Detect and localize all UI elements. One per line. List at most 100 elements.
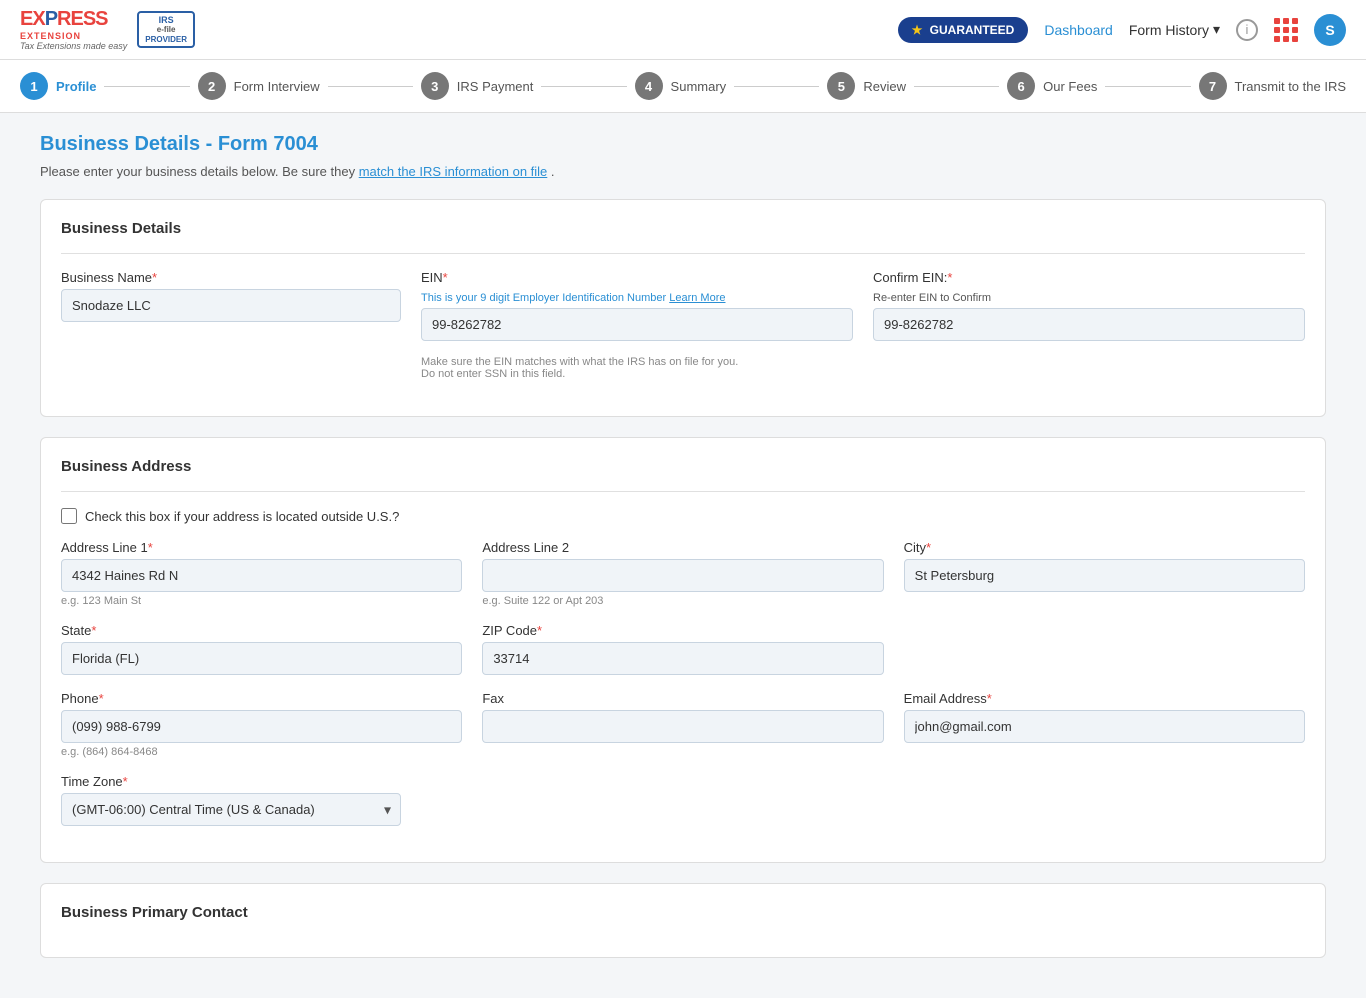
step-line-3 <box>541 86 626 87</box>
header-right: GUARANTEED Dashboard Form History ▾ i S <box>898 14 1346 46</box>
confirm-ein-label: Confirm EIN:* <box>873 270 1305 285</box>
step-3-label: IRS Payment <box>457 79 534 94</box>
address-row-2: State* ZIP Code* <box>61 623 1305 675</box>
phone-group: Phone* e.g. (864) 864-8468 <box>61 691 462 758</box>
logo-extension: EXTENSION <box>20 31 127 41</box>
email-group: Email Address* <box>904 691 1305 758</box>
step-6-label: Our Fees <box>1043 79 1097 94</box>
business-name-label: Business Name* <box>61 270 401 285</box>
zip-group: ZIP Code* <box>482 623 883 675</box>
timezone-label: Time Zone* <box>61 774 401 789</box>
step-7-label: Transmit to the IRS <box>1235 79 1347 94</box>
step-2-circle: 2 <box>198 72 226 100</box>
address1-group: Address Line 1* e.g. 123 Main St <box>61 540 462 607</box>
step-3[interactable]: 3 IRS Payment <box>421 72 534 100</box>
phone-input[interactable] <box>61 710 462 743</box>
business-address-card: Business Address Check this box if your … <box>40 437 1326 863</box>
apps-icon[interactable] <box>1274 18 1298 42</box>
city-group: City* <box>904 540 1305 607</box>
business-name-group: Business Name* <box>61 270 401 380</box>
step-line-1 <box>104 86 189 87</box>
chevron-down-icon: ▾ <box>1213 21 1220 38</box>
address2-group: Address Line 2 e.g. Suite 122 or Apt 203 <box>482 540 883 607</box>
main-content: Business Details - Form 7004 Please ente… <box>0 113 1366 998</box>
timezone-row: Time Zone* (GMT-06:00) Central Time (US … <box>61 774 1305 826</box>
timezone-group: Time Zone* (GMT-06:00) Central Time (US … <box>61 774 401 826</box>
logo: EXPRESS EXTENSION Tax Extensions made ea… <box>20 8 127 51</box>
zip-input[interactable] <box>482 642 883 675</box>
confirm-ein-input[interactable] <box>873 308 1305 341</box>
city-input[interactable] <box>904 559 1305 592</box>
address2-label: Address Line 2 <box>482 540 883 555</box>
fax-group: Fax <box>482 691 883 758</box>
address1-hint: e.g. 123 Main St <box>61 595 462 607</box>
step-line-2 <box>328 86 413 87</box>
email-label: Email Address* <box>904 691 1305 706</box>
fax-input[interactable] <box>482 710 883 743</box>
step-5[interactable]: 5 Review <box>827 72 906 100</box>
irs-badge: IRS e-file PROVIDER <box>137 11 195 49</box>
step-4-label: Summary <box>671 79 727 94</box>
phone-label: Phone* <box>61 691 462 706</box>
business-name-input[interactable] <box>61 289 401 322</box>
ein-learn-more-link[interactable]: Learn More <box>669 292 725 304</box>
step-1-circle: 1 <box>20 72 48 100</box>
city-label: City* <box>904 540 1305 555</box>
step-1[interactable]: 1 Profile <box>20 72 96 100</box>
step-7-circle: 7 <box>1199 72 1227 100</box>
guaranteed-badge: GUARANTEED <box>898 17 1029 43</box>
step-line-4 <box>734 86 819 87</box>
ein-group: EIN* This is your 9 digit Employer Ident… <box>421 270 853 380</box>
step-1-label: Profile <box>56 79 96 94</box>
address1-input[interactable] <box>61 559 462 592</box>
info-icon[interactable]: i <box>1236 19 1258 41</box>
page-title: Business Details - Form 7004 <box>40 133 1326 156</box>
step-3-circle: 3 <box>421 72 449 100</box>
contact-row: Phone* e.g. (864) 864-8468 Fax Email Add… <box>61 691 1305 758</box>
confirm-ein-sub: Re-enter EIN to Confirm <box>873 292 1305 304</box>
step-2-label: Form Interview <box>234 79 320 94</box>
step-6[interactable]: 6 Our Fees <box>1007 72 1097 100</box>
state-group: State* <box>61 623 462 675</box>
address2-hint: e.g. Suite 122 or Apt 203 <box>482 595 883 607</box>
address-row-1: Address Line 1* e.g. 123 Main St Address… <box>61 540 1305 607</box>
fax-label: Fax <box>482 691 883 706</box>
state-label: State* <box>61 623 462 638</box>
step-5-label: Review <box>863 79 906 94</box>
ein-label: EIN* <box>421 270 853 285</box>
address1-label: Address Line 1* <box>61 540 462 555</box>
step-4-circle: 4 <box>635 72 663 100</box>
outside-us-checkbox[interactable] <box>61 508 77 524</box>
email-input[interactable] <box>904 710 1305 743</box>
step-6-circle: 6 <box>1007 72 1035 100</box>
logo-area: EXPRESS EXTENSION Tax Extensions made ea… <box>20 8 195 51</box>
step-line-6 <box>1105 86 1190 87</box>
header: EXPRESS EXTENSION Tax Extensions made ea… <box>0 0 1366 60</box>
business-primary-contact-card: Business Primary Contact <box>40 883 1326 958</box>
dashboard-link[interactable]: Dashboard <box>1044 22 1113 38</box>
form-history-button[interactable]: Form History ▾ <box>1129 21 1220 38</box>
business-primary-contact-title: Business Primary Contact <box>61 904 1305 921</box>
logo-express: EXPRESS <box>20 8 108 31</box>
state-input[interactable] <box>61 642 462 675</box>
step-4[interactable]: 4 Summary <box>635 72 727 100</box>
logo-tagline: Tax Extensions made easy <box>20 41 127 51</box>
business-details-title: Business Details <box>61 220 1305 237</box>
step-2[interactable]: 2 Form Interview <box>198 72 320 100</box>
confirm-ein-group: Confirm EIN:* Re-enter EIN to Confirm <box>873 270 1305 380</box>
outside-us-label[interactable]: Check this box if your address is locate… <box>85 509 399 524</box>
zip-label: ZIP Code* <box>482 623 883 638</box>
phone-hint: e.g. (864) 864-8468 <box>61 746 462 758</box>
page-subtitle: Please enter your business details below… <box>40 164 1326 179</box>
ein-input[interactable] <box>421 308 853 341</box>
user-avatar[interactable]: S <box>1314 14 1346 46</box>
step-7[interactable]: 7 Transmit to the IRS <box>1199 72 1347 100</box>
address2-input[interactable] <box>482 559 883 592</box>
step-5-circle: 5 <box>827 72 855 100</box>
business-address-title: Business Address <box>61 458 1305 475</box>
business-details-card: Business Details Business Name* EIN* Thi… <box>40 199 1326 417</box>
irs-info-link[interactable]: match the IRS information on file <box>359 164 548 179</box>
ein-warning: Make sure the EIN matches with what the … <box>421 344 853 380</box>
timezone-select[interactable]: (GMT-06:00) Central Time (US & Canada) (… <box>61 793 401 826</box>
business-details-row: Business Name* EIN* This is your 9 digit… <box>61 270 1305 380</box>
